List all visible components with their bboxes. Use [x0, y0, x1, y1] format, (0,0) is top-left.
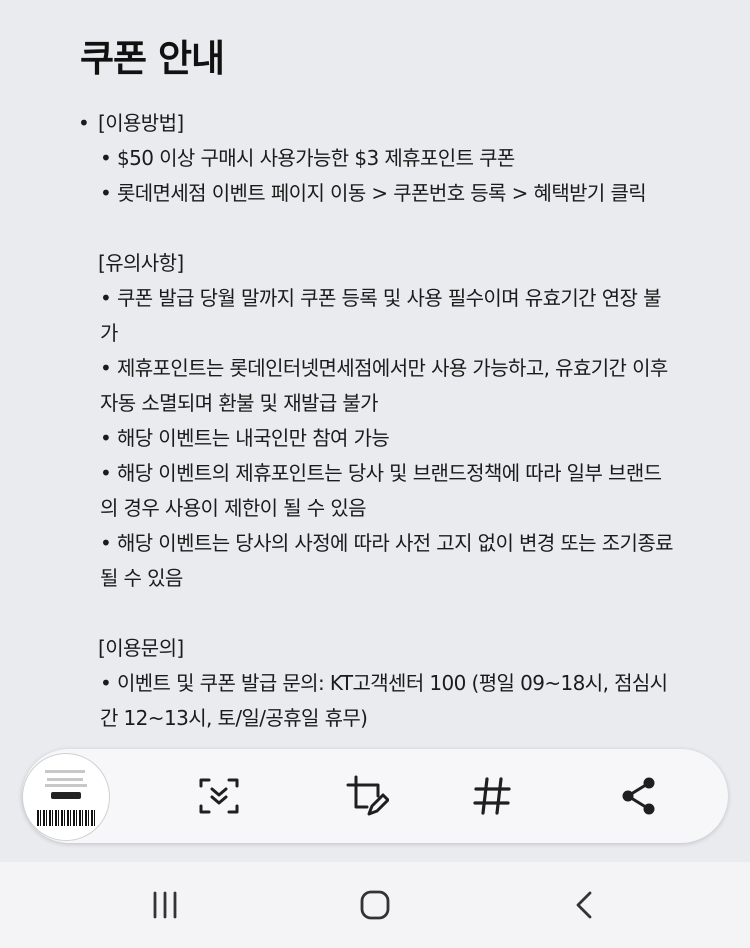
notes-section: [유의사항] • 쿠폰 발급 당월 말까지 쿠폰 등록 및 사용 필수이며 유효… [78, 246, 678, 596]
recents-icon [153, 891, 177, 919]
thumbnail-button [51, 792, 81, 799]
system-navigation-bar [0, 862, 750, 948]
guide-body: • [이용방법] • $50 이상 구매시 사용가능한 $3 제휴포인트 쿠폰 … [78, 106, 678, 736]
thumbnail-line [45, 784, 87, 787]
page-title: 쿠폰 안내 [80, 37, 225, 80]
notes-item: • 해당 이벤트의 제휴포인트는 당사 및 브랜드정책에 따라 일부 브랜드의 … [100, 461, 662, 520]
usage-item: • 롯데면세점 이벤트 페이지 이동 > 쿠폰번호 등록 > 혜택받기 클릭 [100, 181, 647, 205]
home-button[interactable] [350, 882, 400, 928]
notes-item: • 해당 이벤트는 내국인만 참여 가능 [100, 426, 390, 450]
screen: 쿠폰 안내 • [이용방법] • $50 이상 구매시 사용가능한 $3 제휴포… [0, 0, 750, 948]
crop-edit-button[interactable] [337, 766, 397, 826]
barcode-image [37, 810, 95, 826]
screenshot-thumbnail[interactable] [22, 753, 110, 841]
screenshot-toolbar [22, 749, 728, 843]
usage-item: • $50 이상 구매시 사용가능한 $3 제휴포인트 쿠폰 [100, 146, 515, 170]
usage-section: [이용방법] • $50 이상 구매시 사용가능한 $3 제휴포인트 쿠폰 • … [78, 106, 678, 211]
scroll-capture-icon [199, 778, 239, 814]
thumbnail-line [47, 778, 83, 781]
notes-header: [유의사항] [98, 251, 184, 275]
share-icon [622, 777, 655, 815]
hashtag-icon [473, 777, 511, 815]
notes-item: • 해당 이벤트는 당사의 사정에 따라 사전 고지 없이 변경 또는 조기종료… [100, 531, 674, 590]
crop-edit-icon [346, 775, 389, 816]
notes-item: • 제휴포인트는 롯데인터넷면세점에서만 사용 가능하고, 유효기간 이후 자동… [100, 356, 668, 415]
hashtag-button[interactable] [462, 766, 522, 826]
inquiry-item: • 이벤트 및 쿠폰 발급 문의: KT고객센터 100 (평일 09~18시,… [100, 671, 668, 730]
scroll-capture-button[interactable] [189, 766, 249, 826]
inquiry-header: [이용문의] [98, 636, 184, 660]
thumbnail-line [45, 770, 85, 773]
recents-button[interactable] [140, 882, 190, 928]
usage-header: [이용방법] [98, 111, 184, 135]
list-bullet: • [78, 111, 90, 135]
coupon-guide-content: 쿠폰 안내 • [이용방법] • $50 이상 구매시 사용가능한 $3 제휴포… [0, 0, 750, 760]
back-icon [576, 891, 592, 919]
back-button[interactable] [560, 882, 610, 928]
notes-item: • 쿠폰 발급 당월 말까지 쿠폰 등록 및 사용 필수이며 유효기간 연장 불… [100, 286, 661, 345]
share-button[interactable] [609, 766, 669, 826]
home-icon [360, 890, 390, 920]
inquiry-section: [이용문의] • 이벤트 및 쿠폰 발급 문의: KT고객센터 100 (평일 … [78, 631, 678, 736]
